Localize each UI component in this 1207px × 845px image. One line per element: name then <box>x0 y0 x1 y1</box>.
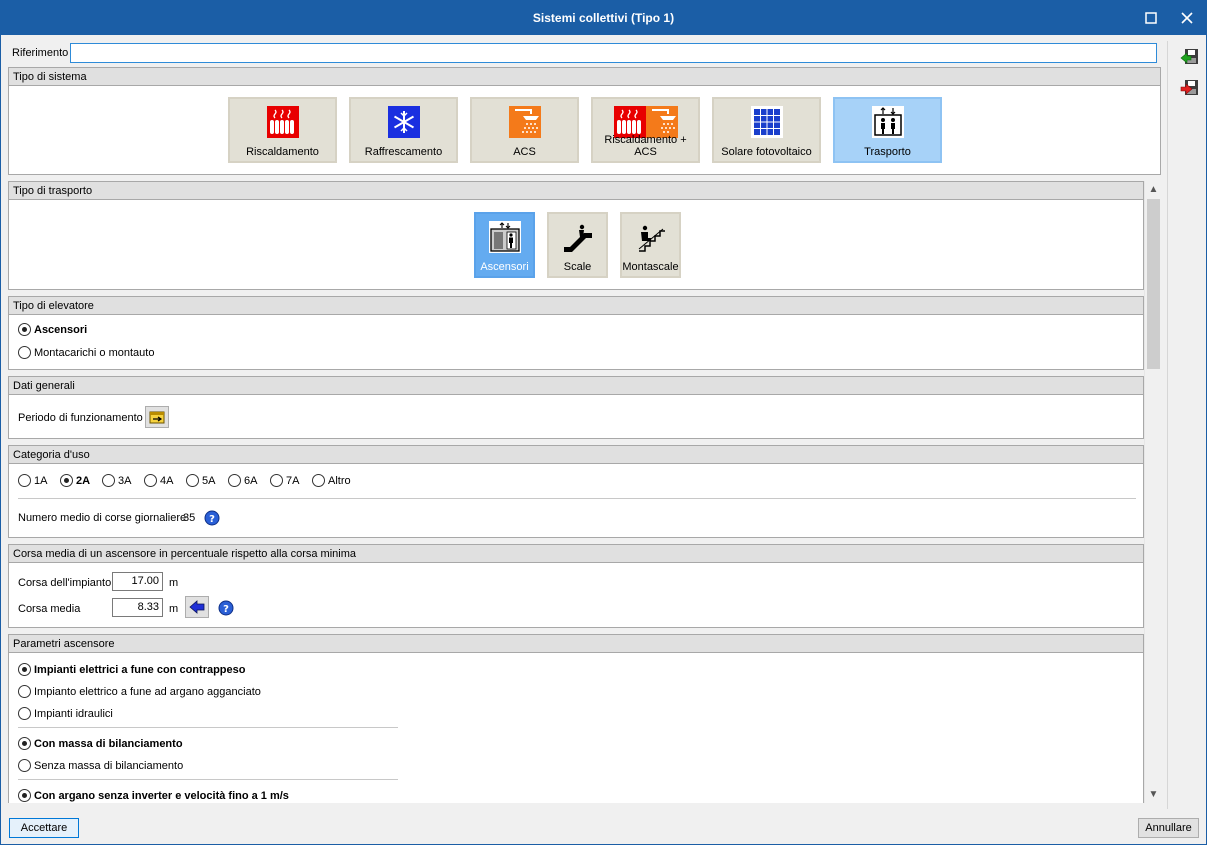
transport-label: Ascensori <box>480 261 529 273</box>
radio-argano-agganciato[interactable]: Impianto elettrico a fune ad argano agga… <box>18 685 261 698</box>
corsa-impianto-label: Corsa dell'impianto <box>18 577 112 589</box>
lift-icon <box>488 221 521 253</box>
radio-senza-massa[interactable]: Senza massa di bilanciamento <box>18 759 183 772</box>
radio-con-massa[interactable]: Con massa di bilanciamento <box>18 737 183 750</box>
accept-button[interactable]: Accettare <box>9 818 79 838</box>
system-button-solare[interactable]: Solare fotovoltaico <box>712 97 821 163</box>
export-icon[interactable] <box>1180 78 1200 98</box>
radio-montacarichi[interactable]: Montacarichi o montauto <box>18 346 154 359</box>
elevator-icon <box>871 106 904 138</box>
transport-button-montascale[interactable]: Montascale <box>620 212 681 278</box>
riferimento-input[interactable] <box>70 43 1157 63</box>
radiator-icon <box>266 106 299 138</box>
maximize-button[interactable] <box>1133 5 1169 31</box>
maximize-icon <box>1145 12 1157 24</box>
radio-ascensori[interactable]: Ascensori <box>18 323 87 336</box>
tipo-sistema-section: Tipo di sistema Riscaldamento Raffrescam… <box>8 67 1161 175</box>
radio-cat-6a[interactable]: 6A <box>228 474 257 487</box>
help-icon[interactable]: ? <box>204 510 220 526</box>
help-icon[interactable]: ? <box>218 600 234 616</box>
transport-label: Montascale <box>622 261 679 273</box>
system-label: Trasporto <box>864 146 911 158</box>
section-header: Tipo di elevatore <box>9 297 1143 315</box>
radio-fune-contrappeso[interactable]: Impianti elettrici a fune con contrappes… <box>18 663 245 676</box>
system-label: Solare fotovoltaico <box>721 146 812 158</box>
apply-corsa-button[interactable] <box>185 596 209 618</box>
right-toolbar <box>1167 41 1207 809</box>
corse-value: 35 <box>183 512 196 524</box>
system-button-trasporto[interactable]: Trasporto <box>833 97 942 163</box>
radio-cat-2a[interactable]: 2A <box>60 474 90 487</box>
radio-cat-1a[interactable]: 1A <box>18 474 47 487</box>
unit-label: m <box>169 603 179 615</box>
svg-text:?: ? <box>223 604 229 615</box>
system-label: Riscaldamento <box>246 146 319 158</box>
system-label: Raffrescamento <box>364 146 443 158</box>
scroll-content: Tipo di trasporto Ascensori Scale Montas… <box>8 181 1160 803</box>
divider <box>18 779 398 780</box>
radio-cat-7a[interactable]: 7A <box>270 474 299 487</box>
section-header: Tipo di trasporto <box>9 182 1143 200</box>
system-button-riscaldamento-acs[interactable]: Riscaldamento + ACS <box>591 97 700 163</box>
unit-label: m <box>169 577 179 589</box>
parametri-ascensore-section: Parametri ascensore Impianti elettrici a… <box>8 634 1144 803</box>
close-icon <box>1181 12 1193 24</box>
stairlift-icon <box>638 225 665 252</box>
dialog-window: Sistemi collettivi (Tipo 1) Riferimento … <box>0 0 1207 845</box>
radio-cat-4a[interactable]: 4A <box>144 474 173 487</box>
calendar-edit-icon <box>149 411 165 424</box>
corsa-media-input[interactable]: 8.33 <box>112 598 163 617</box>
section-header: Categoria d'uso <box>9 446 1143 464</box>
vertical-scrollbar[interactable]: ▲ ▼ <box>1144 181 1161 803</box>
section-header: Corsa media di un ascensore in percentua… <box>9 545 1143 563</box>
radio-argano-inverter[interactable]: Con argano senza inverter e velocità fin… <box>18 789 289 802</box>
tipo-trasporto-section: Tipo di trasporto Ascensori Scale Montas… <box>8 181 1144 290</box>
periodo-button[interactable] <box>145 406 169 428</box>
scroll-up-icon[interactable]: ▲ <box>1145 181 1162 198</box>
section-header: Dati generali <box>9 377 1143 395</box>
divider <box>18 498 1136 499</box>
solar-panel-icon <box>750 106 783 138</box>
scroll-thumb[interactable] <box>1147 199 1160 369</box>
section-header: Tipo di sistema <box>9 68 1160 86</box>
cancel-button[interactable]: Annullare <box>1138 818 1199 838</box>
corsa-media-section: Corsa media di un ascensore in percentua… <box>8 544 1144 628</box>
tipo-elevatore-section: Tipo di elevatore Ascensori Montacarichi… <box>8 296 1144 370</box>
window-title: Sistemi collettivi (Tipo 1) <box>532 11 675 25</box>
transport-button-scale[interactable]: Scale <box>547 212 608 278</box>
snowflake-icon <box>387 106 420 138</box>
system-button-riscaldamento[interactable]: Riscaldamento <box>228 97 337 163</box>
corse-label: Numero medio di corse giornaliere <box>18 512 187 524</box>
divider <box>18 727 398 728</box>
escalator-icon <box>563 224 592 252</box>
svg-text:?: ? <box>209 514 215 525</box>
riferimento-label: Riferimento <box>12 47 69 59</box>
periodo-label: Periodo di funzionamento <box>18 412 143 424</box>
radio-cat-3a[interactable]: 3A <box>102 474 131 487</box>
transport-label: Scale <box>563 261 592 273</box>
radio-cat-altro[interactable]: Altro <box>312 474 351 487</box>
shower-icon <box>508 106 541 138</box>
system-button-acs[interactable]: ACS <box>470 97 579 163</box>
dati-generali-section: Dati generali Periodo di funzionamento <box>8 376 1144 439</box>
section-header: Parametri ascensore <box>9 635 1143 653</box>
system-button-raffrescamento[interactable]: Raffrescamento <box>349 97 458 163</box>
title-bar: Sistemi collettivi (Tipo 1) <box>1 1 1206 35</box>
arrow-left-icon <box>189 600 205 614</box>
radio-idraulici[interactable]: Impianti idraulici <box>18 707 113 720</box>
categoria-uso-section: Categoria d'uso 1A 2A 3A 4A 5A 6A 7A Alt… <box>8 445 1144 538</box>
radio-cat-5a[interactable]: 5A <box>186 474 215 487</box>
scroll-down-icon[interactable]: ▼ <box>1145 786 1162 803</box>
corsa-media-label: Corsa media <box>18 603 81 615</box>
import-icon[interactable] <box>1180 47 1200 67</box>
system-label: Riscaldamento + ACS <box>604 134 687 158</box>
close-button[interactable] <box>1169 5 1205 31</box>
transport-button-ascensori[interactable]: Ascensori <box>474 212 535 278</box>
system-label: ACS <box>513 146 536 158</box>
corsa-impianto-input[interactable]: 17.00 <box>112 572 163 591</box>
